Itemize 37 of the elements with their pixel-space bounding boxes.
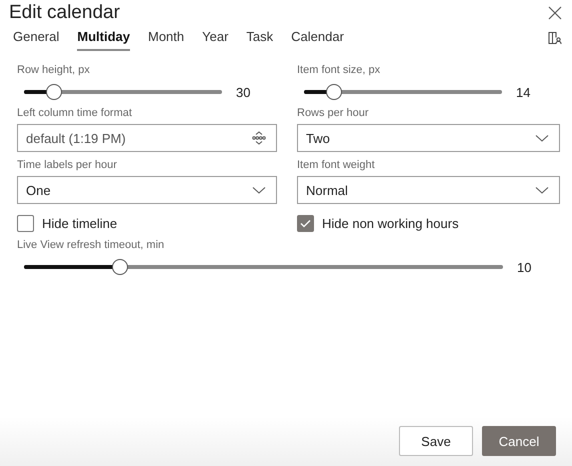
field-label: Left column time format	[17, 107, 132, 119]
spinner-icon	[252, 131, 266, 145]
field-label: Item font weight	[297, 159, 375, 171]
checkmark-icon	[300, 218, 311, 228]
cancel-button[interactable]: Cancel	[482, 426, 556, 456]
close-icon[interactable]	[548, 6, 562, 20]
slider-value: 10	[517, 260, 532, 274]
tab[interactable]: Calendar	[291, 25, 344, 51]
window-title: Edit calendar	[9, 2, 120, 24]
checkbox-label: Hide timeline	[42, 216, 118, 230]
tab[interactable]: Multiday	[77, 25, 130, 51]
dropdown[interactable]: One	[17, 176, 277, 204]
slider-track[interactable]	[304, 84, 502, 100]
field-label: Item font size, px	[297, 64, 380, 76]
checkbox[interactable]	[297, 214, 314, 232]
slider-thumb[interactable]	[46, 84, 62, 100]
field-label: Row height, px	[17, 64, 90, 76]
tab[interactable]: Year	[202, 25, 228, 51]
book-person-icon[interactable]	[548, 31, 562, 45]
save-button[interactable]: Save	[399, 426, 473, 456]
slider-thumb[interactable]	[326, 84, 342, 100]
time-format-field[interactable]: default (1:19 PM)	[17, 124, 277, 152]
tab[interactable]: General	[13, 25, 60, 51]
slider-thumb[interactable]	[112, 259, 128, 275]
slider-value: 14	[516, 84, 530, 100]
field-label: Time labels per hour	[17, 159, 117, 171]
checkbox-label: Hide non working hours	[322, 216, 459, 230]
checkbox[interactable]	[17, 214, 34, 232]
slider-value: 30	[236, 84, 250, 100]
field-label: Rows per hour	[297, 107, 369, 119]
slider-track[interactable]	[24, 259, 503, 275]
field-label: Live View refresh timeout, min	[17, 239, 164, 251]
slider-track[interactable]	[24, 84, 222, 100]
dropdown[interactable]: Normal	[297, 176, 560, 204]
tab[interactable]: Month	[148, 25, 184, 51]
tab[interactable]: Task	[246, 25, 274, 51]
dropdown[interactable]: Two	[297, 124, 560, 152]
